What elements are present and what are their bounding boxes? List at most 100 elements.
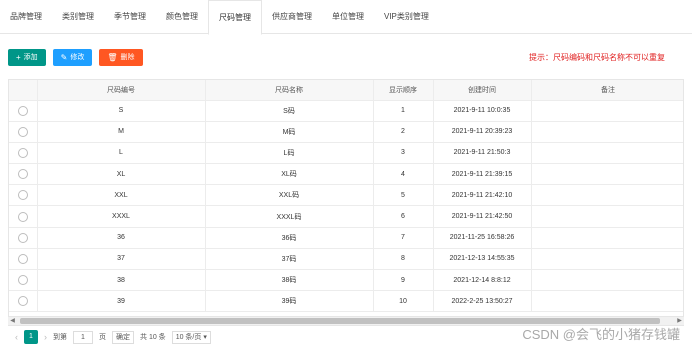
prev-page-icon[interactable]: ‹ <box>15 332 18 342</box>
cell-size-code: 37 <box>37 248 206 271</box>
col-header-size-code[interactable]: 尺码编号 <box>37 80 206 101</box>
tab-category[interactable]: 类别管理 <box>52 0 104 34</box>
col-header-size-name[interactable]: 尺码名称 <box>205 80 374 101</box>
add-button-label: 添加 <box>23 54 38 61</box>
pagination: ‹ 1 › 到第 1 页 确定 共 10 条 10 条/页 ▾ <box>15 330 211 344</box>
cell-note <box>531 163 683 186</box>
cell-size-name: L码 <box>205 142 374 165</box>
cell-display-order: 4 <box>373 163 434 186</box>
cell-size-code: XL <box>37 163 206 186</box>
tab-unit[interactable]: 单位管理 <box>322 0 374 34</box>
cell-size-name: 37码 <box>205 248 374 271</box>
cell-size-name: S码 <box>205 100 374 122</box>
cell-note <box>531 121 683 143</box>
size-table: 尺码编号 尺码名称 显示顺序 创建时间 备注 S S码 1 2021-9-11 … <box>8 79 684 326</box>
cell-size-code: 36 <box>37 227 206 249</box>
cell-size-name: 36码 <box>205 227 374 249</box>
tab-color[interactable]: 颜色管理 <box>156 0 208 34</box>
row-radio[interactable] <box>17 275 28 286</box>
add-button[interactable]: + 添加 <box>8 49 46 66</box>
cell-size-name: 39码 <box>205 290 374 313</box>
table-row[interactable]: M M码 2 2021-9-11 20:39:23 <box>9 121 683 143</box>
pencil-icon: ✎ <box>60 52 68 62</box>
cell-note <box>531 184 683 207</box>
cell-created-time: 2021-9-11 21:50:3 <box>433 142 532 165</box>
tab-season[interactable]: 季节管理 <box>104 0 156 34</box>
cell-display-order: 5 <box>373 184 434 207</box>
cell-note <box>531 248 683 271</box>
tab-vip-category[interactable]: VIP类别管理 <box>374 0 439 34</box>
goto-confirm-button[interactable]: 确定 <box>112 330 134 344</box>
row-radio[interactable] <box>17 296 28 307</box>
goto-page-input[interactable]: 1 <box>73 330 93 344</box>
row-radio[interactable] <box>17 105 28 116</box>
chevron-down-icon: ▾ <box>203 333 207 341</box>
cell-created-time: 2021-9-11 21:42:10 <box>433 184 532 207</box>
cell-note <box>531 227 683 249</box>
cell-display-order: 10 <box>373 290 434 313</box>
cell-note <box>531 269 683 292</box>
table-row[interactable]: 39 39码 10 2022-2-25 13:50:27 <box>9 290 683 313</box>
cell-size-code: L <box>37 142 206 165</box>
cell-size-name: 38码 <box>205 269 374 292</box>
page-unit-label: 页 <box>99 334 106 341</box>
cell-display-order: 9 <box>373 269 434 292</box>
csdn-watermark: CSDN @会飞的小猪存钱罐 <box>522 327 680 342</box>
tab-supplier[interactable]: 供应商管理 <box>262 0 322 34</box>
plus-icon: + <box>16 52 21 62</box>
cell-created-time: 2021-11-25 16:58:26 <box>433 227 532 249</box>
edit-button[interactable]: ✎ 修改 <box>52 49 93 66</box>
table-row[interactable]: XL XL码 4 2021-9-11 21:39:15 <box>9 163 683 186</box>
cell-size-code: 38 <box>37 269 206 292</box>
tab-size[interactable]: 尺码管理 <box>208 0 262 35</box>
cell-size-name: XXXL码 <box>205 205 374 228</box>
page-size-select[interactable]: 10 条/页 ▾ <box>171 330 211 344</box>
table-row[interactable]: L L码 3 2021-9-11 21:50:3 <box>9 142 683 165</box>
edit-button-label: 修改 <box>70 54 85 61</box>
cell-created-time: 2021-9-11 10:0:35 <box>433 100 532 122</box>
row-radio[interactable] <box>17 253 28 264</box>
row-radio[interactable] <box>17 211 28 222</box>
cell-size-code: S <box>37 100 206 122</box>
cell-size-code: M <box>37 121 206 143</box>
next-page-icon[interactable]: › <box>44 332 47 342</box>
scroll-left-icon[interactable]: ◀ <box>8 317 17 326</box>
cell-size-code: XXL <box>37 184 206 207</box>
table-row[interactable]: S S码 1 2021-9-11 10:0:35 <box>9 100 683 122</box>
table-row[interactable]: 36 36码 7 2021-11-25 16:58:26 <box>9 227 683 249</box>
tab-bar: 品牌管理 类别管理 季节管理 颜色管理 尺码管理 供应商管理 单位管理 VIP类… <box>0 0 692 35</box>
row-radio[interactable] <box>17 190 28 201</box>
cell-note <box>531 100 683 122</box>
cell-note <box>531 290 683 313</box>
row-radio[interactable] <box>17 126 28 137</box>
cell-created-time: 2021-9-11 20:39:23 <box>433 121 532 143</box>
tab-brand[interactable]: 品牌管理 <box>0 0 52 34</box>
col-header-display-order[interactable]: 显示顺序 <box>373 80 434 101</box>
row-radio[interactable] <box>17 169 28 180</box>
delete-button[interactable]: 🗑 删除 <box>99 49 143 66</box>
col-header-select <box>9 80 38 101</box>
row-radio[interactable] <box>17 232 28 243</box>
table-row[interactable]: XXXL XXXL码 6 2021-9-11 21:42:50 <box>9 205 683 228</box>
table-row[interactable]: 37 37码 8 2021-12-13 14:55:35 <box>9 248 683 271</box>
current-page-button[interactable]: 1 <box>24 330 38 344</box>
col-header-note[interactable]: 备注 <box>531 80 683 101</box>
cell-size-name: XXL码 <box>205 184 374 207</box>
row-radio[interactable] <box>17 147 28 158</box>
cell-created-time: 2021-9-11 21:39:15 <box>433 163 532 186</box>
delete-button-label: 删除 <box>120 54 135 61</box>
cell-note <box>531 205 683 228</box>
col-header-created-time[interactable]: 创建时间 <box>433 80 532 101</box>
table-row[interactable]: XXL XXL码 5 2021-9-11 21:42:10 <box>9 184 683 207</box>
cell-created-time: 2021-9-11 21:42:50 <box>433 205 532 228</box>
total-count: 共 10 条 <box>140 334 166 341</box>
cell-display-order: 7 <box>373 227 434 249</box>
cell-size-name: XL码 <box>205 163 374 186</box>
table-row[interactable]: 38 38码 9 2021-12-14 8:8:12 <box>9 269 683 292</box>
cell-created-time: 2021-12-13 14:55:35 <box>433 248 532 271</box>
page-size-value: 10 条/页 <box>175 333 202 341</box>
trash-icon: 🗑 <box>107 52 118 62</box>
toolbar: + 添加 ✎ 修改 🗑 删除 <box>8 49 143 66</box>
duplicate-warning-tip: 提示：尺码编码和尺码名称不可以重复 <box>529 53 665 62</box>
cell-display-order: 1 <box>373 100 434 122</box>
